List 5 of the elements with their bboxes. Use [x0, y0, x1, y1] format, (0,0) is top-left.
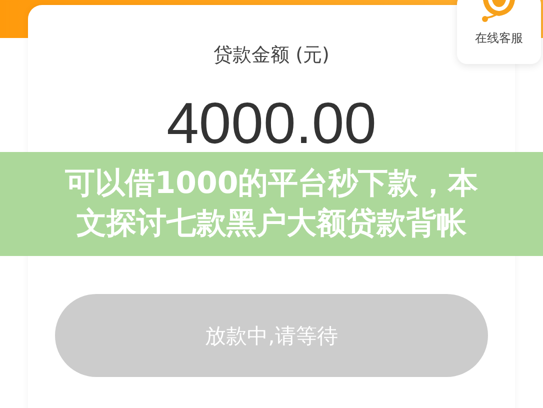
loan-amount-label: 贷款金额 (元) [214, 43, 330, 67]
support-widget[interactable]: 在线客服 [457, 0, 541, 64]
caption-text: 可以借1000的平台秒下款，本 [64, 165, 478, 203]
loan-amount: 4000.00 [166, 92, 376, 156]
caption-text: 文探讨七款黑户大额贷款背帐 [76, 205, 466, 243]
